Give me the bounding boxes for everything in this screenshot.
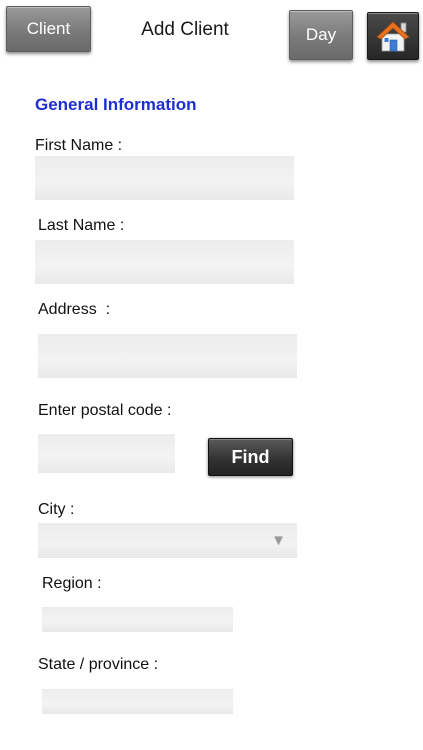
last-name-field[interactable]: [35, 240, 294, 284]
day-button-label: Day: [305, 25, 337, 44]
postal-code-field[interactable]: [38, 434, 175, 473]
home-icon: [376, 21, 410, 52]
day-button[interactable]: Day: [289, 10, 353, 60]
client-button-label: Client: [26, 19, 71, 38]
section-title: General Information: [35, 95, 197, 114]
city-label: City :: [38, 501, 75, 518]
postal-code-label: Enter postal code :: [38, 402, 172, 419]
first-name-label: First Name :: [35, 137, 123, 154]
last-name-label: Last Name :: [38, 217, 125, 234]
dropdown-arrow-icon: ▼: [271, 532, 286, 549]
find-button[interactable]: Find: [208, 438, 293, 476]
home-button[interactable]: [367, 12, 419, 60]
first-name-field[interactable]: [35, 156, 294, 200]
page-title: Add Client: [141, 19, 229, 40]
client-button[interactable]: Client: [6, 6, 91, 52]
find-button-label: Find: [231, 446, 270, 467]
address-field[interactable]: [38, 334, 297, 378]
state-province-label: State / province :: [38, 656, 159, 673]
address-label: Address :: [38, 301, 111, 318]
city-select[interactable]: ▼: [38, 523, 297, 558]
state-province-field[interactable]: [42, 689, 233, 714]
region-label: Region :: [42, 575, 102, 592]
region-field[interactable]: [42, 607, 233, 632]
